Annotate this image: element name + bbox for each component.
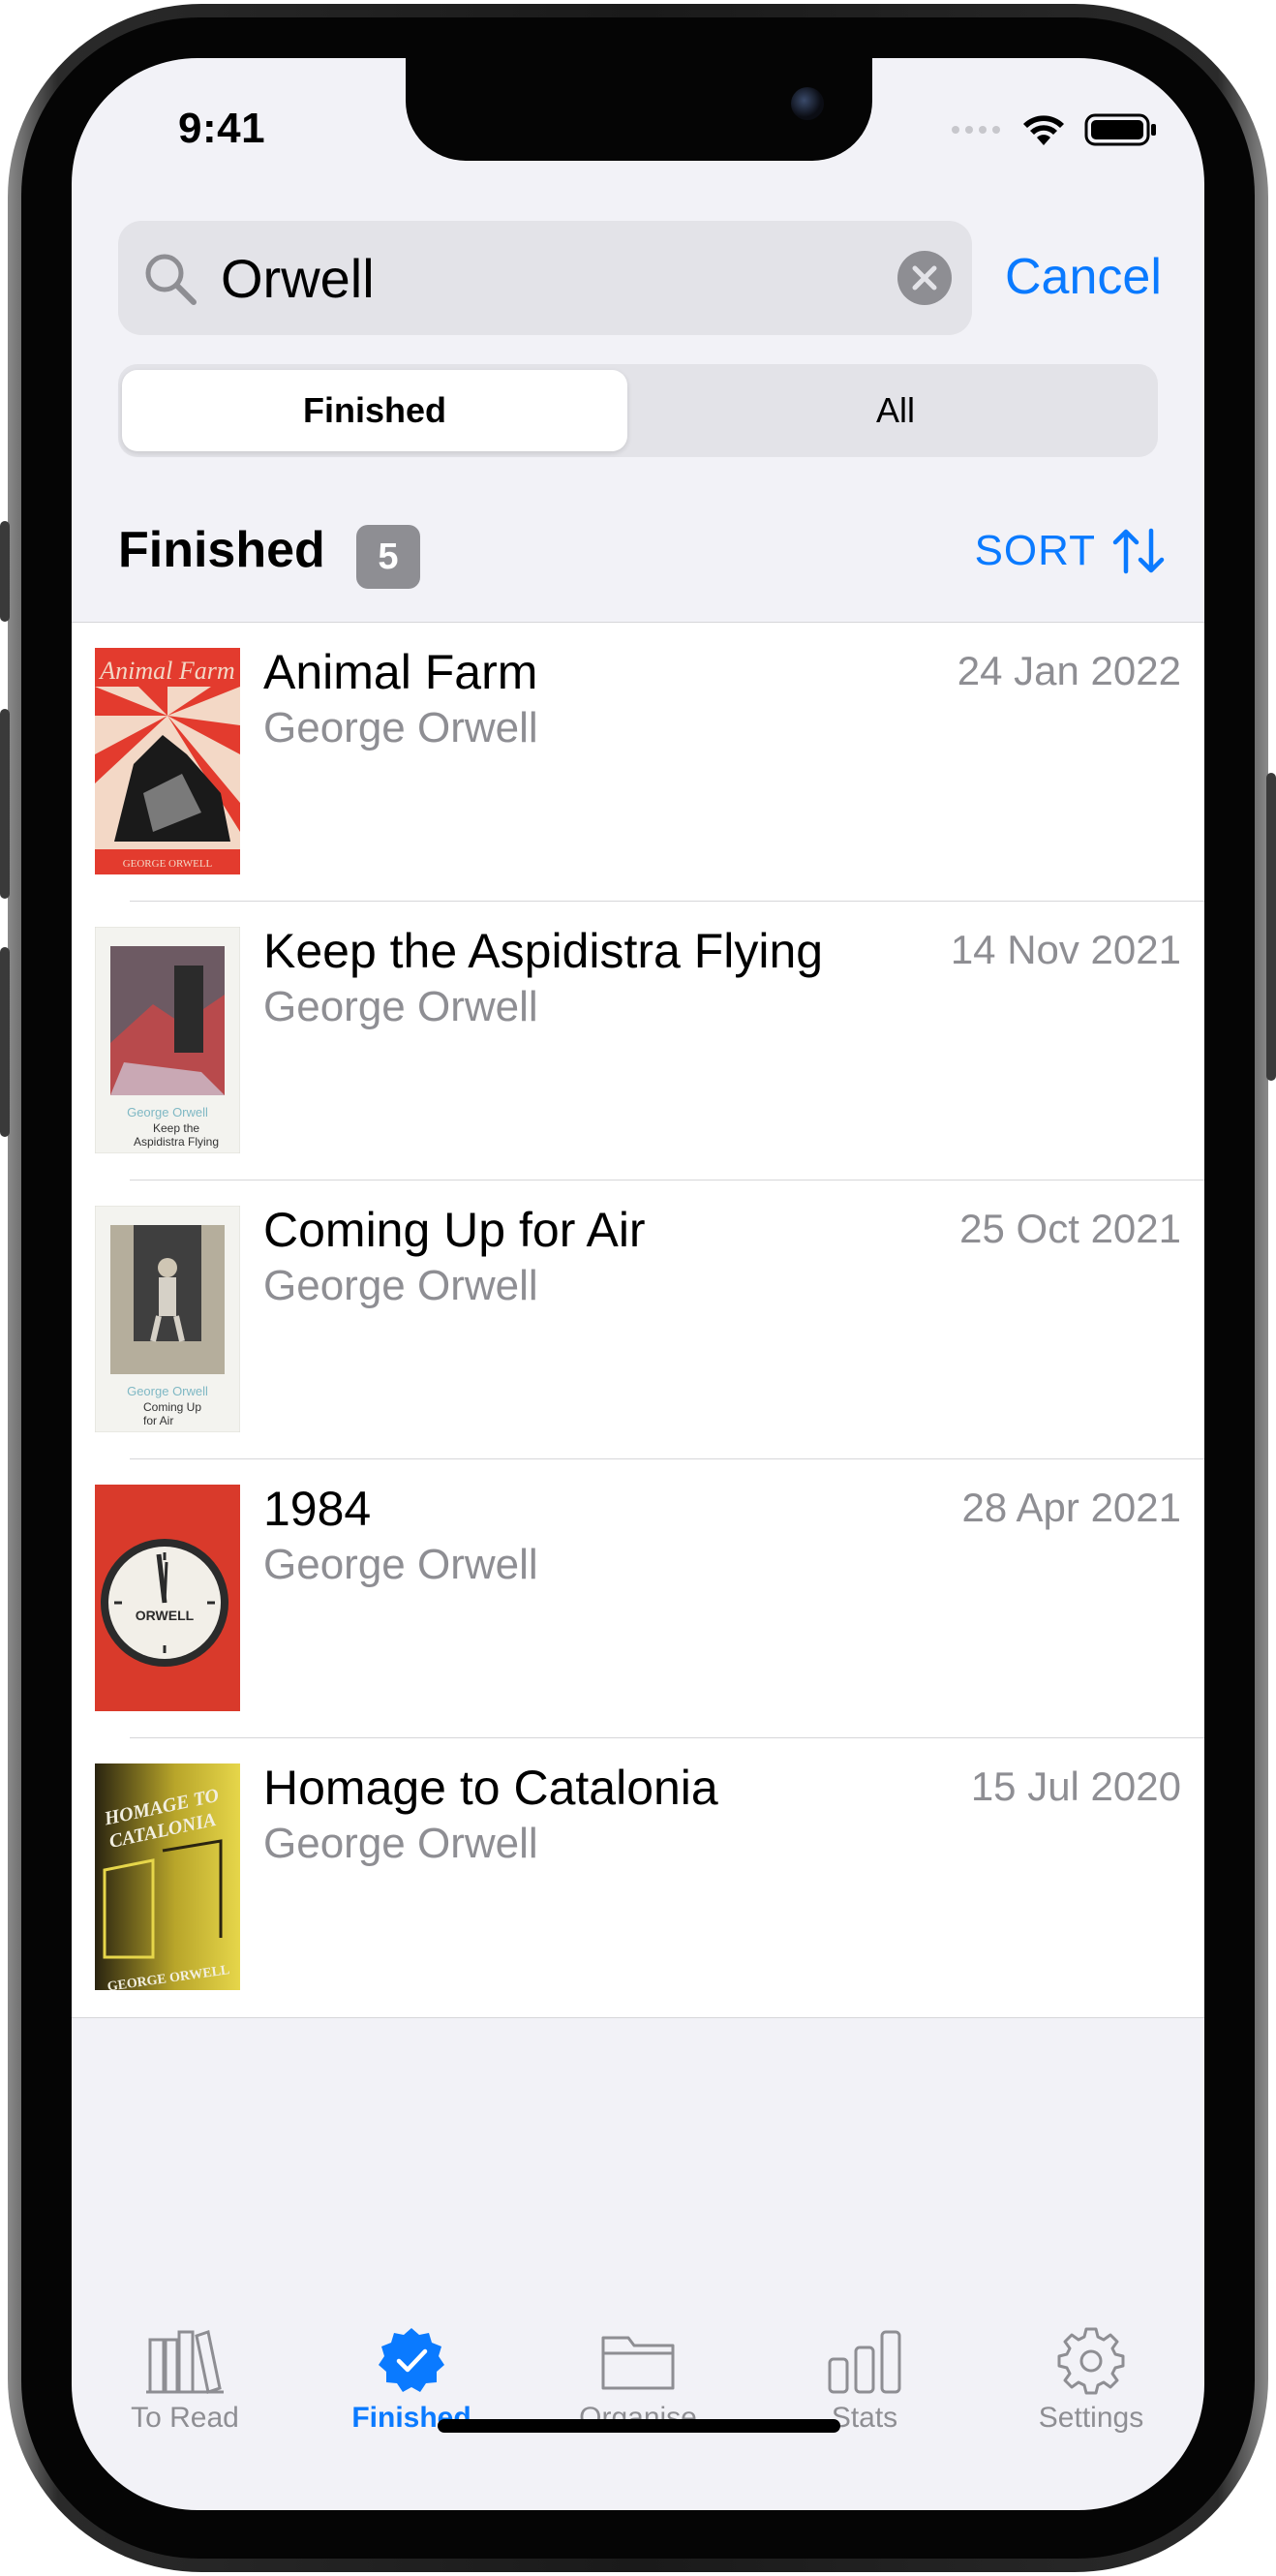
book-date: 28 Apr 2021 <box>961 1485 1181 1530</box>
book-author: George Orwell <box>263 1262 538 1309</box>
list-item[interactable]: George Orwell Coming Up for Air Coming Up… <box>72 1181 1204 1459</box>
bar-chart-icon <box>828 2330 901 2394</box>
list-item[interactable]: George Orwell Keep the Aspidistra Flying … <box>72 902 1204 1181</box>
search-input[interactable] <box>219 221 838 335</box>
signal-icon <box>952 126 1000 134</box>
book-title: Homage to Catalonia <box>263 1761 718 1815</box>
book-cover: ORWELL <box>95 1485 240 1711</box>
status-icons <box>951 112 1158 147</box>
count-badge: 5 <box>356 525 420 589</box>
tab-label: Settings <box>1038 2402 1144 2434</box>
tab-bar: To Read Finished Organise Stats Settings <box>72 2276 1204 2510</box>
cover-title: Animal Farm <box>98 657 234 685</box>
book-author: George Orwell <box>263 704 538 751</box>
notch <box>406 58 872 161</box>
list-item[interactable]: Animal Farm GEORGE ORWELL Animal Farm Ge… <box>72 623 1204 902</box>
book-cover: Animal Farm GEORGE ORWELL <box>95 648 240 874</box>
wifi-icon <box>1023 115 1064 145</box>
segment-finished[interactable]: Finished <box>122 370 627 451</box>
book-date: 15 Jul 2020 <box>970 1763 1181 1809</box>
filter-segmented-control: Finished All <box>118 364 1158 457</box>
list-item[interactable]: HOMAGE TOCATALONIA GEORGE ORWELL Homage … <box>72 1738 1204 2017</box>
cancel-button[interactable]: Cancel <box>1005 248 1162 306</box>
clear-search-icon[interactable] <box>896 250 953 306</box>
book-cover: George Orwell Keep the Aspidistra Flying <box>95 927 240 1153</box>
book-author: George Orwell <box>263 983 538 1030</box>
book-title: 1984 <box>263 1482 372 1536</box>
books-icon <box>146 2330 224 2394</box>
cover-author: George Orwell <box>127 1384 208 1398</box>
book-date: 24 Jan 2022 <box>957 648 1181 693</box>
cover-author: George Orwell <box>127 1105 208 1119</box>
side-button <box>0 521 10 622</box>
search-icon <box>145 254 197 305</box>
home-indicator[interactable] <box>438 2419 840 2433</box>
tab-to-read[interactable]: To Read <box>72 2326 298 2435</box>
gear-icon <box>1057 2327 1125 2395</box>
sort-label: SORT <box>974 527 1096 574</box>
book-date: 14 Nov 2021 <box>950 927 1181 972</box>
sort-button[interactable]: SORT <box>975 527 1166 575</box>
screen: 9:41 Cancel Finished All <box>72 58 1204 2510</box>
book-author: George Orwell <box>263 1820 538 1867</box>
tab-label: To Read <box>131 2402 239 2434</box>
book-author: George Orwell <box>263 1541 538 1588</box>
volume-up-button <box>0 709 10 899</box>
section-title: Finished <box>118 522 325 578</box>
book-date: 25 Oct 2021 <box>959 1206 1181 1251</box>
book-list: Animal Farm GEORGE ORWELL Animal Farm Ge… <box>72 622 1204 2018</box>
volume-down-button <box>0 947 10 1137</box>
checkmark-seal-icon <box>379 2328 444 2392</box>
sort-arrows-icon <box>1112 528 1165 574</box>
front-camera <box>791 87 824 120</box>
book-title: Coming Up for Air <box>263 1203 646 1257</box>
cover-title: ORWELL <box>136 1608 195 1623</box>
book-cover: HOMAGE TOCATALONIA GEORGE ORWELL <box>95 1763 240 1990</box>
tab-settings[interactable]: Settings <box>978 2326 1204 2435</box>
book-cover: George Orwell Coming Up for Air <box>95 1206 240 1432</box>
folder-icon <box>601 2336 675 2390</box>
cover-author: GEORGE ORWELL <box>123 858 213 870</box>
segment-all[interactable]: All <box>641 370 1150 451</box>
status-time: 9:41 <box>178 105 266 152</box>
list-item[interactable]: ORWELL 1984 George Orwell 28 Apr 2021 <box>72 1459 1204 1738</box>
battery-icon <box>1084 113 1156 146</box>
power-button <box>1266 773 1276 1081</box>
book-title: Keep the Aspidistra Flying <box>263 924 824 978</box>
search-bar[interactable] <box>118 221 972 335</box>
book-title: Animal Farm <box>263 645 538 699</box>
